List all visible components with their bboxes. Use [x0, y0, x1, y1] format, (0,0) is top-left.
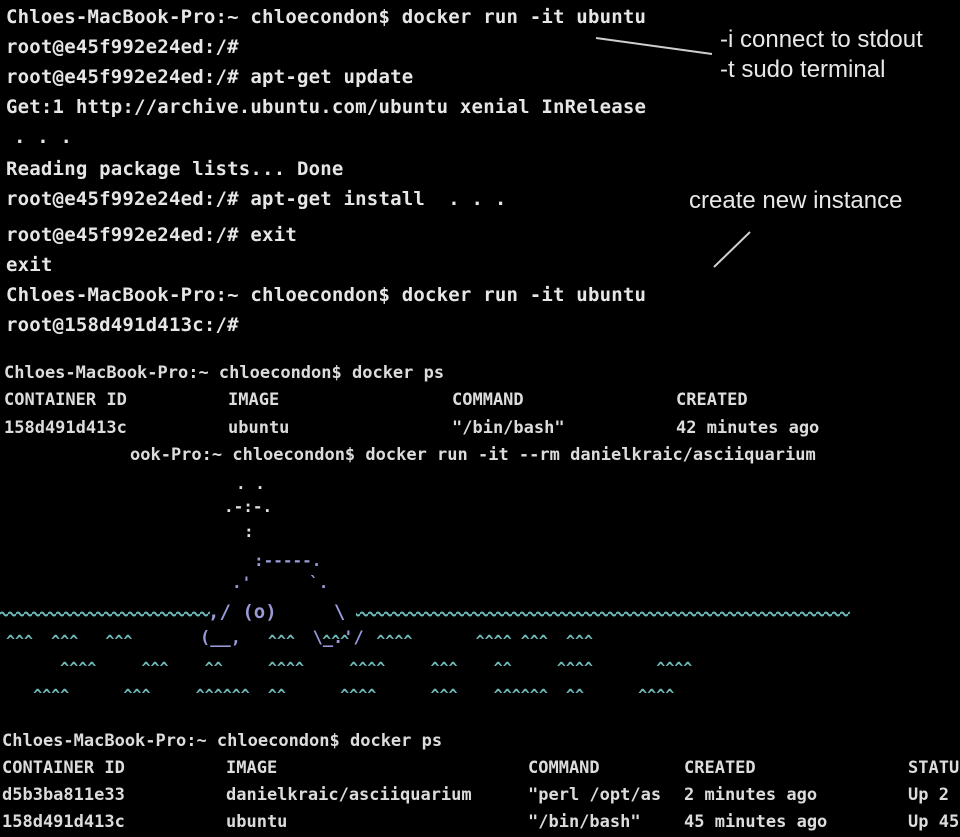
table-cell: ubuntu	[226, 812, 288, 832]
table-cell: 158d491d413c	[2, 812, 125, 832]
column-header: CONTAINER ID	[2, 758, 125, 778]
table-cell: ubuntu	[228, 418, 290, 438]
table-cell: 45 minutes ago	[684, 812, 828, 832]
whale-body: :-----.	[254, 551, 322, 570]
column-header: CREATED	[676, 390, 748, 410]
water-caret-row: ^^^^ ^^^ ^^ ^^^^ ^^^^ ^^^ ^^ ^^^^ ^^^^	[6, 659, 693, 677]
terminal-prompt: Chloes-MacBook-Pro:~ chloecondon$ docker…	[4, 363, 445, 383]
pointer-line-new-instance	[713, 231, 751, 268]
whale-body: .' `.	[232, 573, 329, 592]
whale-spout: . .	[236, 474, 265, 493]
annotation-flag-t: -t sudo terminal	[720, 56, 886, 83]
whale-spout: :	[244, 522, 254, 541]
table-cell: danielkraic/asciiquarium	[226, 785, 472, 805]
table-cell: "/bin/bash"	[528, 812, 641, 832]
terminal-prompt: Chloes-MacBook-Pro:~ chloecondon$ docker…	[2, 731, 443, 751]
table-cell: 42 minutes ago	[676, 418, 820, 438]
table-cell: 158d491d413c	[4, 418, 127, 438]
column-header: IMAGE	[226, 758, 278, 778]
water-caret-row: ^^^^ ^^^ ^^^^^^ ^^ ^^^^ ^^^ ^^^^^^ ^^ ^^…	[6, 686, 675, 704]
annotation-flag-i: -i connect to stdout	[720, 26, 923, 53]
terminal-command-line: ook-Pro:~ chloecondon$ docker run -it --…	[130, 445, 816, 465]
column-header: COMMAND	[528, 758, 600, 778]
column-header: CONTAINER ID	[4, 390, 127, 410]
whale-spout: .-:-.	[224, 497, 273, 516]
table-cell: 2 minutes ago	[684, 785, 818, 805]
table-cell: d5b3ba811e33	[2, 785, 125, 805]
table-cell: Up 2	[908, 785, 949, 805]
table-cell: "perl /opt/as	[528, 785, 662, 805]
column-header: CREATED	[684, 758, 756, 778]
annotation-new-instance: create new instance	[689, 187, 903, 214]
table-cell: Up 45	[908, 812, 960, 832]
water-surface	[0, 604, 850, 624]
pointer-line-flags	[595, 37, 713, 55]
column-header: COMMAND	[452, 390, 524, 410]
table-cell: "/bin/bash"	[452, 418, 565, 438]
column-header: IMAGE	[228, 390, 280, 410]
column-header: STATU	[908, 758, 960, 778]
water-caret-row: ^^^ ^^^ ^^^ ^^^ ^^^ ^^^^ ^^^^ ^^^ ^^^	[6, 632, 593, 650]
